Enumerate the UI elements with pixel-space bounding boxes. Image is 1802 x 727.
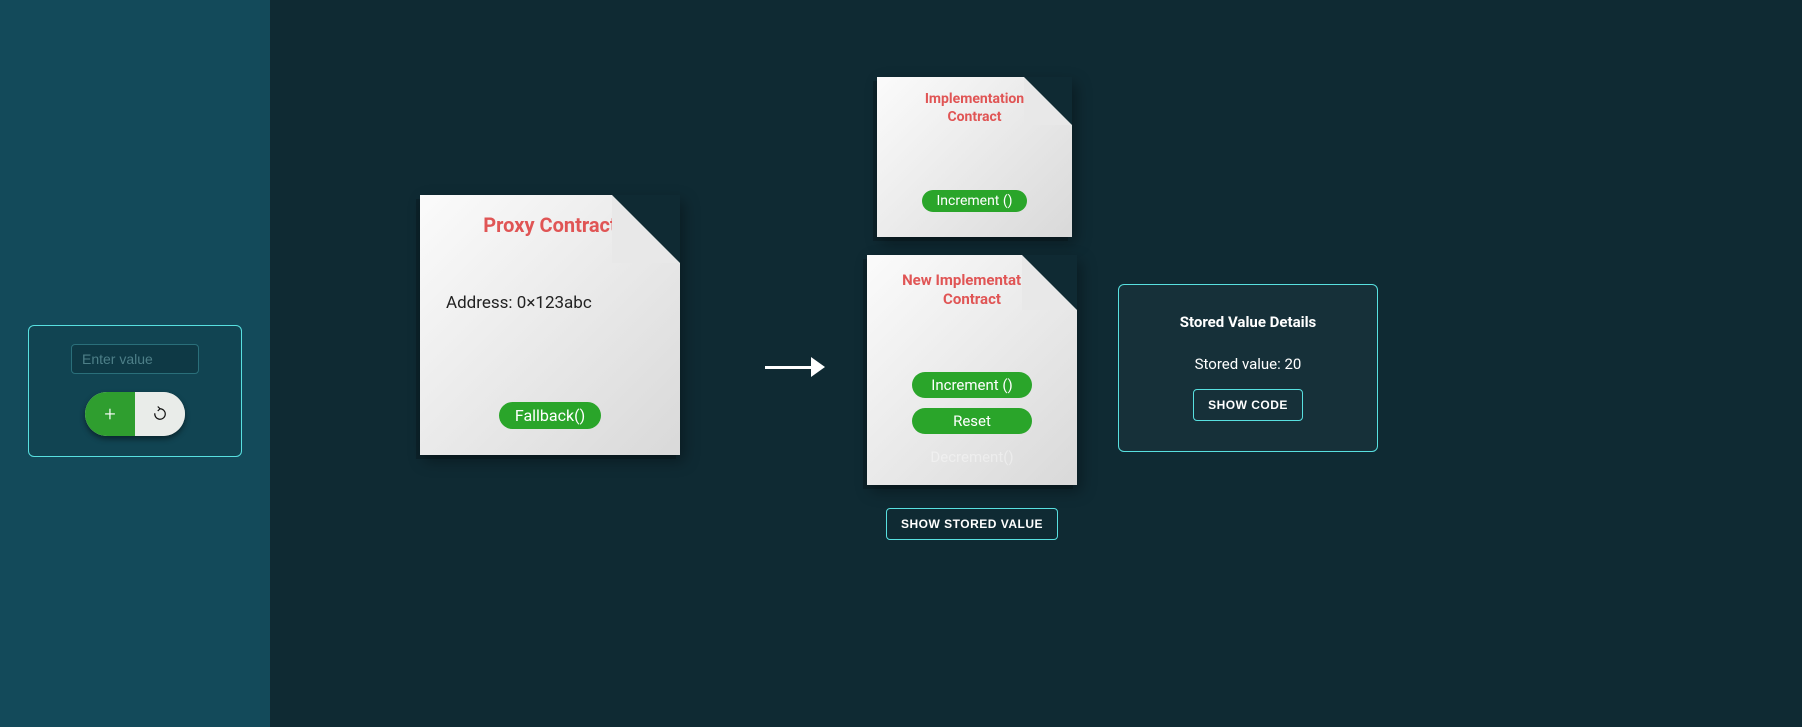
stored-value-line: Stored value: 20 bbox=[1119, 355, 1377, 373]
fallback-label: Fallback() bbox=[499, 402, 601, 429]
delegate-arrow bbox=[765, 352, 825, 382]
new-implementation-contract-paper: New ImplementationContract Increment () … bbox=[867, 255, 1077, 485]
reset-button[interactable] bbox=[135, 392, 185, 436]
increment-button[interactable]: + bbox=[85, 392, 135, 436]
control-card: + bbox=[28, 325, 242, 457]
increment-reset-toggle: + bbox=[85, 392, 185, 436]
impl-new-decrement-label: Decrement() bbox=[912, 444, 1032, 470]
show-stored-value-button[interactable]: Show Stored Value bbox=[886, 508, 1058, 540]
show-code-button[interactable]: Show Code bbox=[1193, 389, 1303, 421]
impl-old-increment-label: Increment () bbox=[922, 190, 1026, 212]
sidebar: + bbox=[0, 0, 270, 727]
new-implementation-contract-title: New ImplementationContract bbox=[867, 271, 1077, 309]
proxy-contract-title: Proxy Contract bbox=[420, 213, 680, 238]
impl-new-reset-label: Reset bbox=[912, 408, 1032, 434]
implementation-contract-paper: ImplementationContract Increment () bbox=[877, 77, 1072, 237]
reset-icon bbox=[151, 405, 169, 423]
show-stored-value-wrap: Show Stored Value bbox=[867, 498, 1077, 540]
stored-value-details-panel: Stored Value Details Stored value: 20 Sh… bbox=[1118, 284, 1378, 452]
impl-new-increment-label: Increment () bbox=[912, 372, 1032, 398]
implementation-contract-title: ImplementationContract bbox=[877, 91, 1072, 126]
proxy-contract-address: Address: 0×123abc bbox=[446, 293, 680, 313]
proxy-contract-paper: Proxy Contract Address: 0×123abc Fallbac… bbox=[420, 195, 680, 455]
stored-value-details-header: Stored Value Details bbox=[1119, 313, 1377, 331]
value-input[interactable] bbox=[71, 344, 199, 374]
